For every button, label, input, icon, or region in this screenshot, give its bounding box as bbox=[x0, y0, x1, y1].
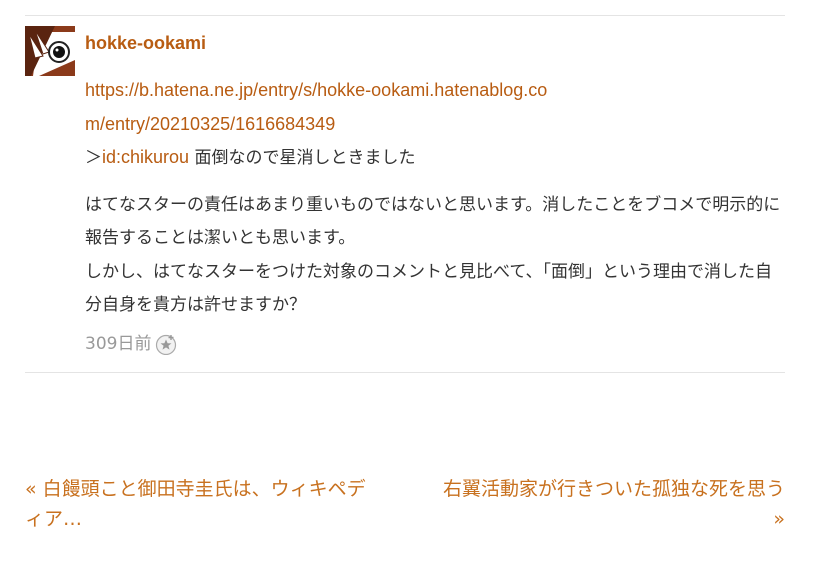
avatar-image bbox=[25, 26, 75, 76]
comment-page: hokke-ookami https://b.hatena.ne.jp/entr… bbox=[0, 0, 816, 564]
comment-paragraph-2: しかし、はてなスターをつけた対象のコメントと見比べて、「面倒」という理由で消した… bbox=[85, 261, 772, 316]
comment-meta: 309日前 bbox=[85, 332, 177, 356]
comment-body: https://b.hatena.ne.jp/entry/s/hokke-ook… bbox=[85, 74, 785, 323]
comment-paragraph-1: はてなスターの責任はあまり重いものではないと思います。消したことをブコメで明示的… bbox=[85, 194, 781, 249]
bookmark-entry-link[interactable]: https://b.hatena.ne.jp/entry/s/hokke-ook… bbox=[85, 74, 565, 141]
divider-top bbox=[25, 15, 785, 16]
prev-entry-link[interactable]: « 白饅頭こと御田寺圭氏は、ウィキペディア… bbox=[25, 474, 375, 534]
reply-quote-text: 面倒なので星消しときました bbox=[189, 148, 416, 168]
user-id-link[interactable]: id:chikurou bbox=[102, 147, 189, 167]
divider-bottom bbox=[25, 372, 785, 373]
next-entry-link[interactable]: 右翼活動家が行きついた孤独な死を思う » bbox=[435, 474, 785, 534]
comment-author-link[interactable]: hokke-ookami bbox=[85, 32, 206, 54]
add-star-icon[interactable] bbox=[155, 333, 177, 356]
reply-line: ＞id:chikurou 面倒なので星消しときました bbox=[85, 141, 785, 176]
avatar[interactable] bbox=[25, 26, 75, 76]
reply-prefix: ＞ bbox=[85, 148, 102, 168]
comment-timestamp[interactable]: 309日前 bbox=[85, 332, 151, 356]
